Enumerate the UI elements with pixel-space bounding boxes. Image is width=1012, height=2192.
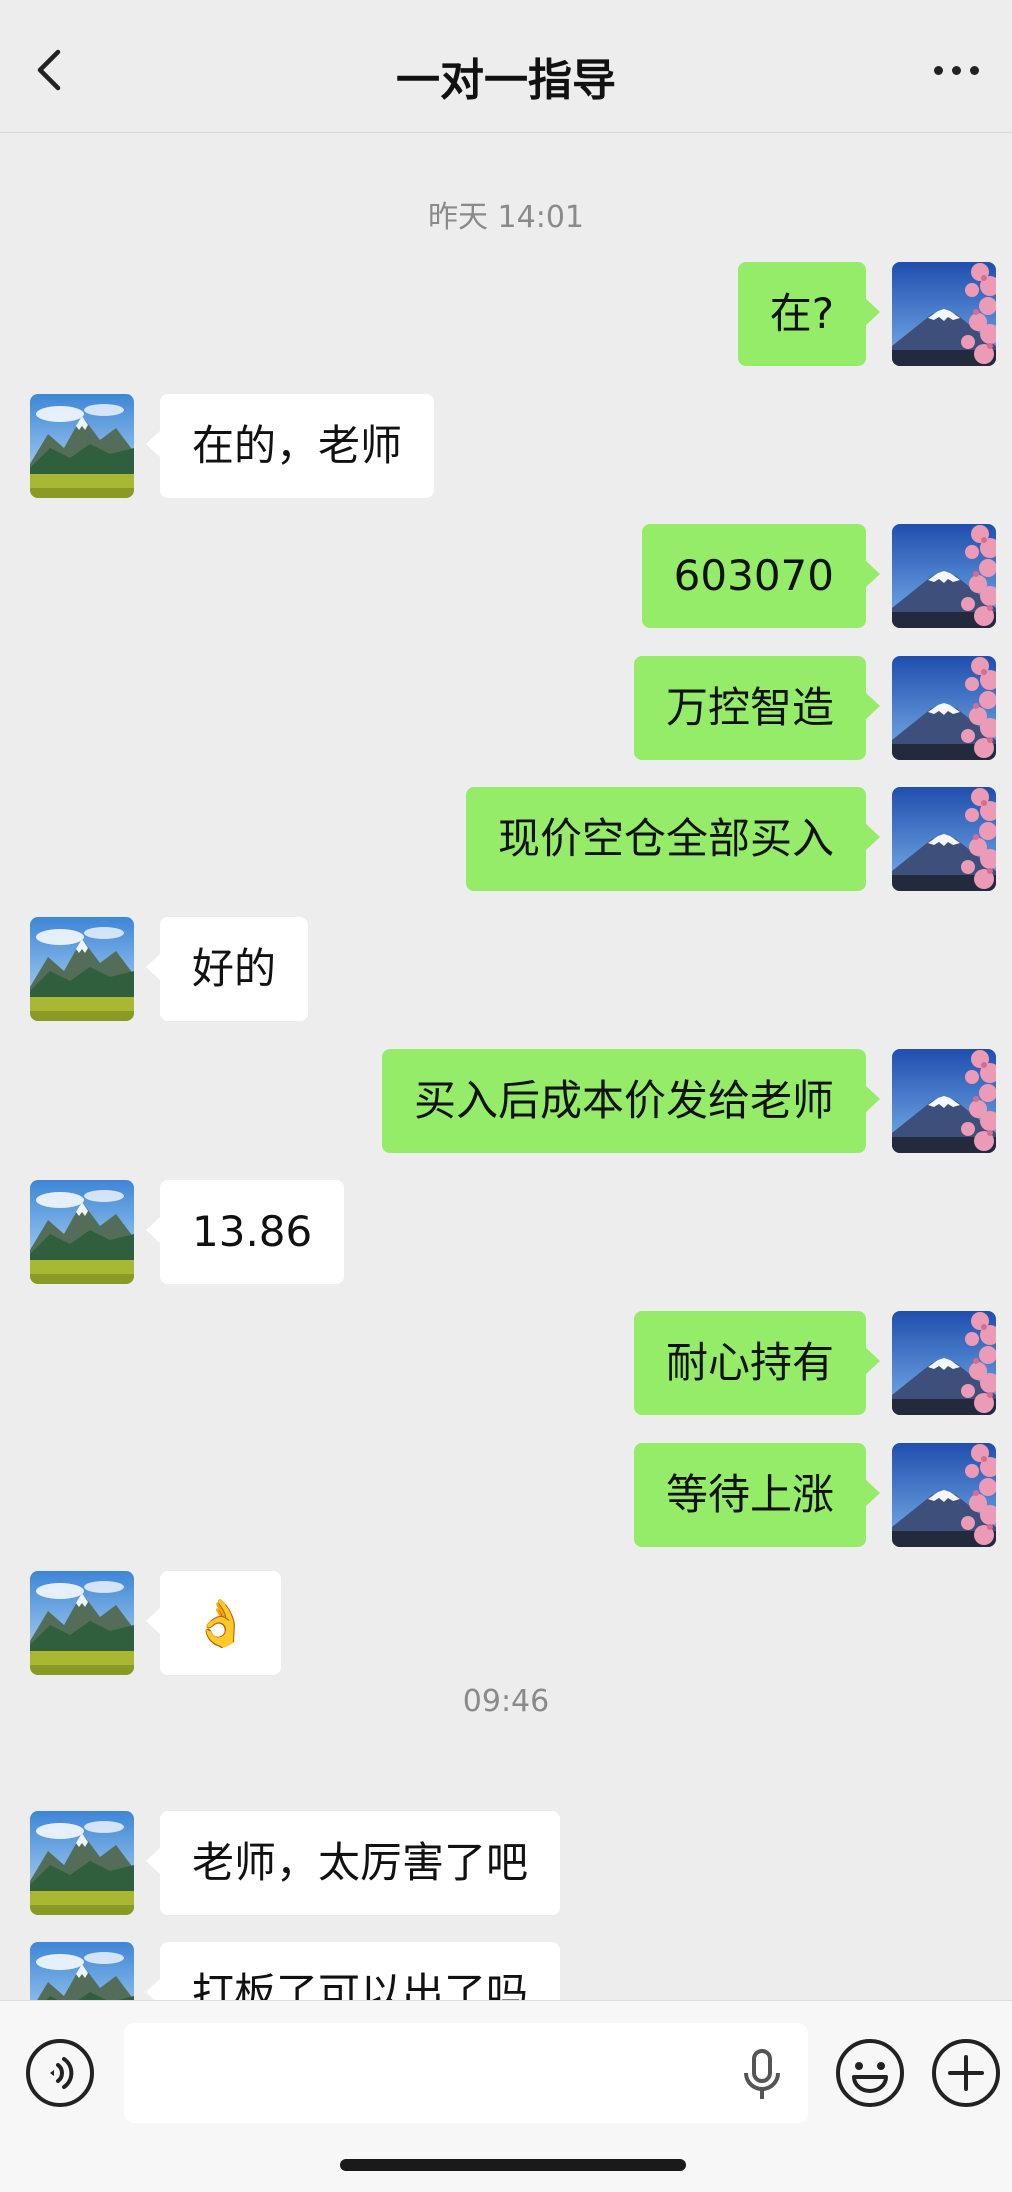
timestamp: 09:46 xyxy=(462,1684,550,1719)
my-avatar[interactable] xyxy=(892,262,996,366)
my-avatar[interactable] xyxy=(892,1049,996,1153)
message-row: 在的，老师 xyxy=(0,394,1012,498)
my-avatar[interactable] xyxy=(892,787,996,891)
message-bubble[interactable]: 等待上涨 xyxy=(633,1443,881,1547)
my-avatar[interactable] xyxy=(892,1311,996,1415)
message-row: 等待上涨 xyxy=(0,1443,1012,1547)
message-bubble[interactable]: 在的，老师 xyxy=(145,394,435,498)
contact-avatar[interactable] xyxy=(30,1571,134,1675)
more-icon[interactable] xyxy=(934,60,990,80)
message-row: 老师，太厉害了吧 xyxy=(0,1811,1012,1915)
contact-avatar[interactable] xyxy=(30,1811,134,1915)
message-row: 万控智造 xyxy=(0,656,1012,760)
chat-title: 一对一指导 xyxy=(396,55,616,106)
message-bubble[interactable]: 在? xyxy=(737,262,881,366)
message-bubble[interactable]: 打板了可以出了吗 xyxy=(145,1942,561,2000)
mic-icon[interactable] xyxy=(742,2047,782,2103)
message-list[interactable]: 昨天 14:01 在? 在的，老师 603070 万控智造现价空仓全部买入好的 买入后成本… xyxy=(0,132,1012,2000)
contact-avatar[interactable] xyxy=(30,394,134,498)
message-bubble[interactable]: 老师，太厉害了吧 xyxy=(145,1811,561,1915)
message-input[interactable] xyxy=(124,2023,808,2123)
message-row: 在? xyxy=(0,262,1012,366)
message-row: 打板了可以出了吗 xyxy=(0,1942,1012,2000)
my-avatar[interactable] xyxy=(892,656,996,760)
message-row: 耐心持有 xyxy=(0,1311,1012,1415)
emoji-icon[interactable] xyxy=(834,2037,906,2109)
chat-header: 一对一指导 xyxy=(0,0,1012,133)
timestamp: 昨天 14:01 xyxy=(428,200,584,235)
message-bubble[interactable]: 13.86 xyxy=(145,1180,345,1284)
message-bubble[interactable]: 好的 xyxy=(145,917,309,1021)
voice-icon[interactable] xyxy=(24,2037,96,2109)
message-row: 现价空仓全部买入 xyxy=(0,787,1012,891)
message-row: 买入后成本价发给老师 xyxy=(0,1049,1012,1153)
ok-hand-emoji[interactable]: 👌 xyxy=(145,1571,282,1675)
message-row: 👌 xyxy=(0,1571,1012,1675)
message-row: 603070 xyxy=(0,524,1012,628)
message-bubble[interactable]: 603070 xyxy=(641,524,881,628)
contact-avatar[interactable] xyxy=(30,1180,134,1284)
message-bubble[interactable]: 耐心持有 xyxy=(633,1311,881,1415)
message-bubble[interactable]: 万控智造 xyxy=(633,656,881,760)
message-bubble[interactable]: 买入后成本价发给老师 xyxy=(381,1049,881,1153)
contact-avatar[interactable] xyxy=(30,1942,134,2000)
my-avatar[interactable] xyxy=(892,524,996,628)
contact-avatar[interactable] xyxy=(30,917,134,1021)
message-row: 好的 xyxy=(0,917,1012,1021)
message-bubble[interactable]: 现价空仓全部买入 xyxy=(465,787,881,891)
plus-icon[interactable] xyxy=(930,2037,1002,2109)
message-row: 13.86 xyxy=(0,1180,1012,1284)
home-indicator xyxy=(340,2159,686,2171)
my-avatar[interactable] xyxy=(892,1443,996,1547)
input-bar xyxy=(0,2000,1012,2192)
